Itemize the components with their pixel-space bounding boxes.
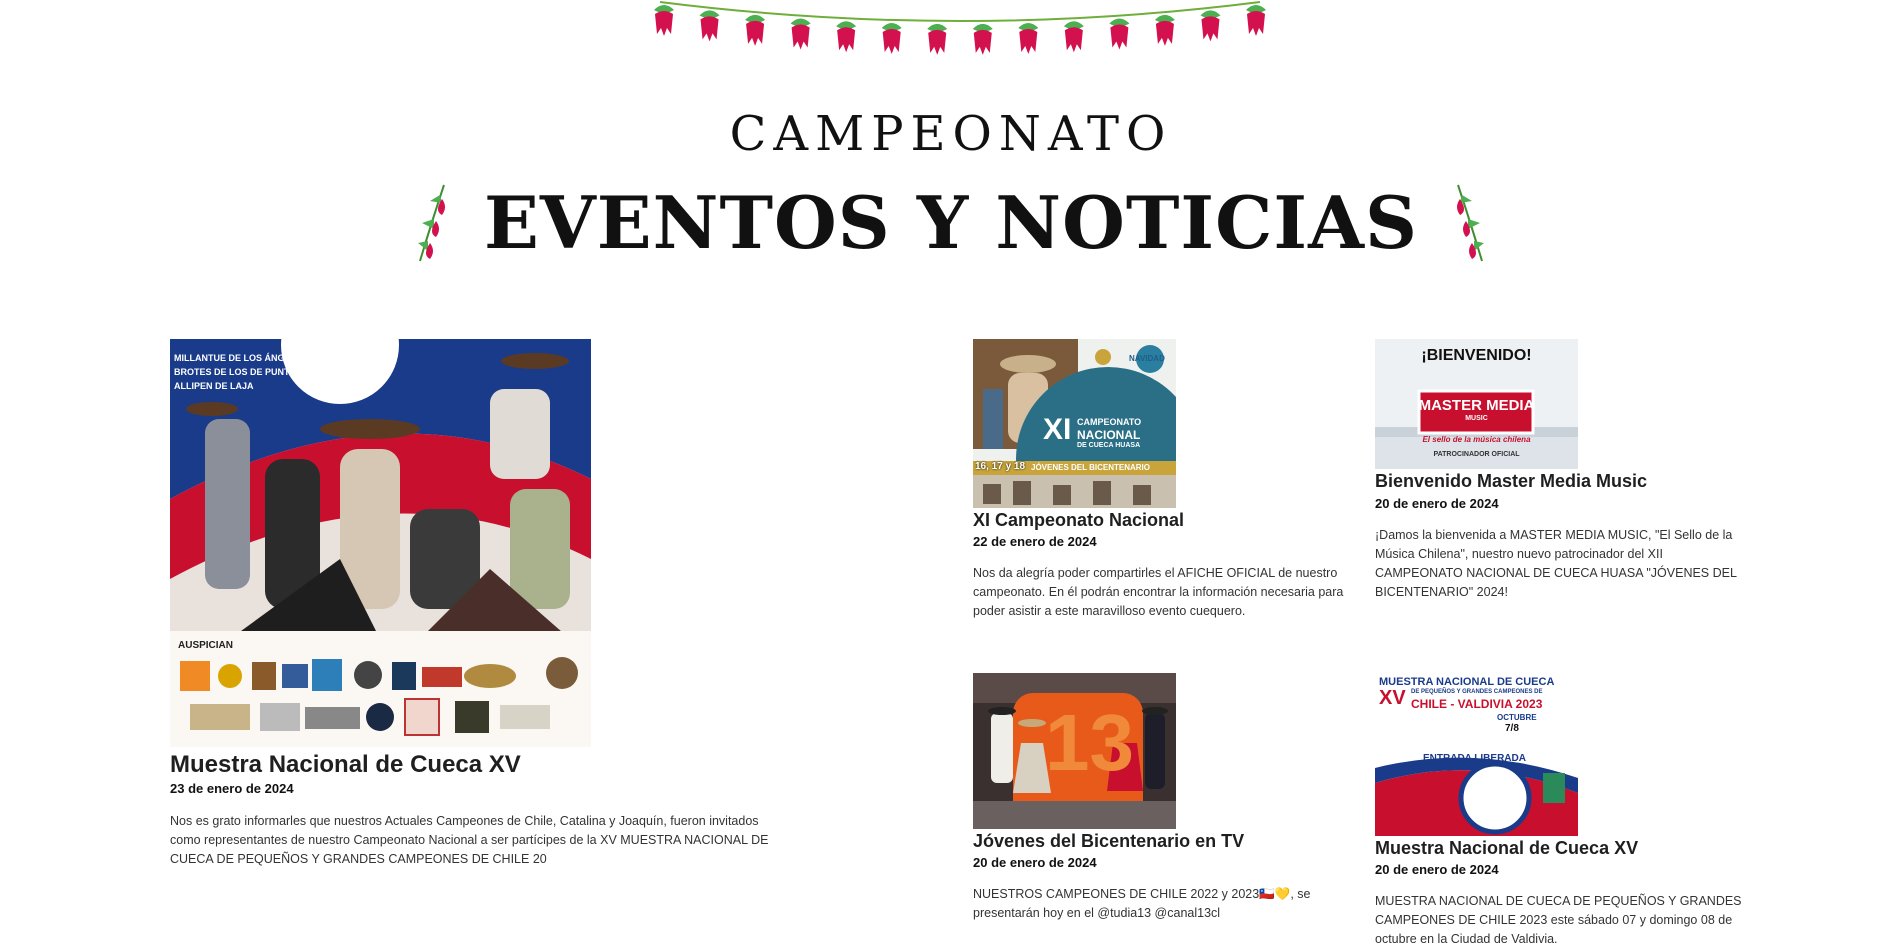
poster-line-3: DE CUECA HUASA: [1077, 442, 1141, 449]
post-excerpt: NUESTROS CAMPEONES DE CHILE 2022 y 2023🇨…: [973, 887, 1311, 920]
poster-entry: ENTRADA LIBERADA: [1423, 753, 1526, 764]
post-thumbnail[interactable]: MILLANTUE DE LOS ÁNGELES BROTES DE LOS D…: [170, 339, 591, 747]
poster-line-2: NACIONAL: [1077, 428, 1141, 442]
post-title[interactable]: Muestra Nacional de Cueca XV: [170, 751, 521, 779]
poster-logo: NAVIDAD: [1129, 354, 1165, 363]
poster-days: 7/8: [1505, 723, 1519, 734]
section-title: EVENTOS Y NOTICIAS: [484, 180, 1418, 265]
poster-brand-sub: MUSIC: [1465, 415, 1488, 422]
post-title[interactable]: Bienvenido Master Media Music: [1375, 471, 1647, 492]
post-date: 23 de enero de 2024: [170, 781, 294, 796]
copihue-flower-icon: [1018, 22, 1039, 54]
poster-dates: 16, 17 y 18: [975, 461, 1026, 472]
copihue-flower-icon: [1246, 5, 1266, 36]
section-supertitle: CAMPEONATO: [729, 106, 1173, 162]
poster-ribbon: JÓVENES DEL BICENTENARIO: [1031, 463, 1150, 472]
poster-slogan: El sello de la música chilena: [1422, 435, 1531, 444]
poster-heading: ¡BIENVENIDO!: [1421, 347, 1532, 364]
section-title-row: EVENTOS Y NOTICIAS: [0, 180, 1902, 265]
poster-line-1: CAMPEONATO: [1077, 417, 1142, 427]
copihue-flower-icon: [927, 23, 948, 55]
copihue-flower-icon: [699, 10, 720, 42]
poster-line-3: CHILE - VALDIVIA 2023: [1411, 697, 1543, 711]
post-thumbnail[interactable]: XI CAMPEONATO NACIONAL DE CUECA HUASA JÓ…: [973, 339, 1176, 508]
copihue-flower-icon: [1200, 10, 1221, 42]
poster-roman: XV: [1379, 687, 1406, 709]
post-title[interactable]: XI Campeonato Nacional: [973, 510, 1184, 531]
post-title[interactable]: Jóvenes del Bicentenario en TV: [973, 831, 1244, 852]
post-thumbnail[interactable]: 13: [973, 673, 1176, 829]
copihue-flower-icon: [1109, 18, 1130, 50]
copihue-flower-icon: [654, 5, 674, 36]
copihue-flower-icon: [1063, 21, 1084, 53]
poster-illustration: [973, 339, 1176, 508]
copihue-garland-decoration: [654, 1, 1266, 55]
copihue-flower-icon: [881, 22, 902, 54]
copihue-sprig-icon: [418, 184, 446, 261]
poster-group-3: ALLIPEN DE LAJA: [174, 381, 254, 391]
post-date: 20 de enero de 2024: [1375, 862, 1499, 877]
copihue-flower-icon: [836, 21, 857, 53]
poster-brand: MASTER MEDIA: [1418, 397, 1535, 414]
post-date: 22 de enero de 2024: [973, 534, 1097, 549]
poster-illustration: [170, 339, 591, 747]
post-excerpt: Nos es grato informarles que nuestros Ac…: [170, 814, 769, 866]
post-title[interactable]: Muestra Nacional de Cueca XV: [1375, 838, 1638, 859]
post-date: 20 de enero de 2024: [1375, 496, 1499, 511]
copihue-flower-icon: [1154, 14, 1175, 46]
copihue-flower-icon: [745, 14, 766, 46]
poster-group-1: MILLANTUE DE LOS ÁNGELES: [174, 353, 309, 363]
copihue-flower-icon: [972, 23, 993, 55]
post-date: 20 de enero de 2024: [973, 855, 1097, 870]
copihue-sprig-icon: [1456, 184, 1484, 261]
post-thumbnail[interactable]: MUESTRA NACIONAL DE CUECA XV DE PEQUEÑOS…: [1375, 673, 1578, 836]
post-excerpt: Nos da alegría poder compartirles el AFI…: [973, 566, 1344, 618]
post-thumbnail[interactable]: ¡BIENVENIDO! MASTER MEDIA MUSIC El sello…: [1375, 339, 1578, 469]
poster-footer: PATROCINADOR OFICIAL: [1433, 451, 1520, 458]
poster-number: 13: [1045, 698, 1134, 787]
poster-line-2: DE PEQUEÑOS Y GRANDES CAMPEONES DE: [1411, 689, 1543, 695]
poster-sponsors-label: AUSPICIAN: [178, 640, 234, 651]
poster-month: OCTUBRE: [1497, 713, 1537, 722]
poster-group-2: BROTES DE LOS DE PUNTA Y TACO: [174, 367, 331, 377]
copihue-flower-icon: [790, 18, 811, 50]
post-excerpt: ¡Damos la bienvenida a MASTER MEDIA MUSI…: [1375, 528, 1737, 599]
post-excerpt: MUESTRA NACIONAL DE CUECA DE PEQUEÑOS Y …: [1375, 894, 1742, 946]
poster-badge: XI: [1043, 413, 1072, 446]
